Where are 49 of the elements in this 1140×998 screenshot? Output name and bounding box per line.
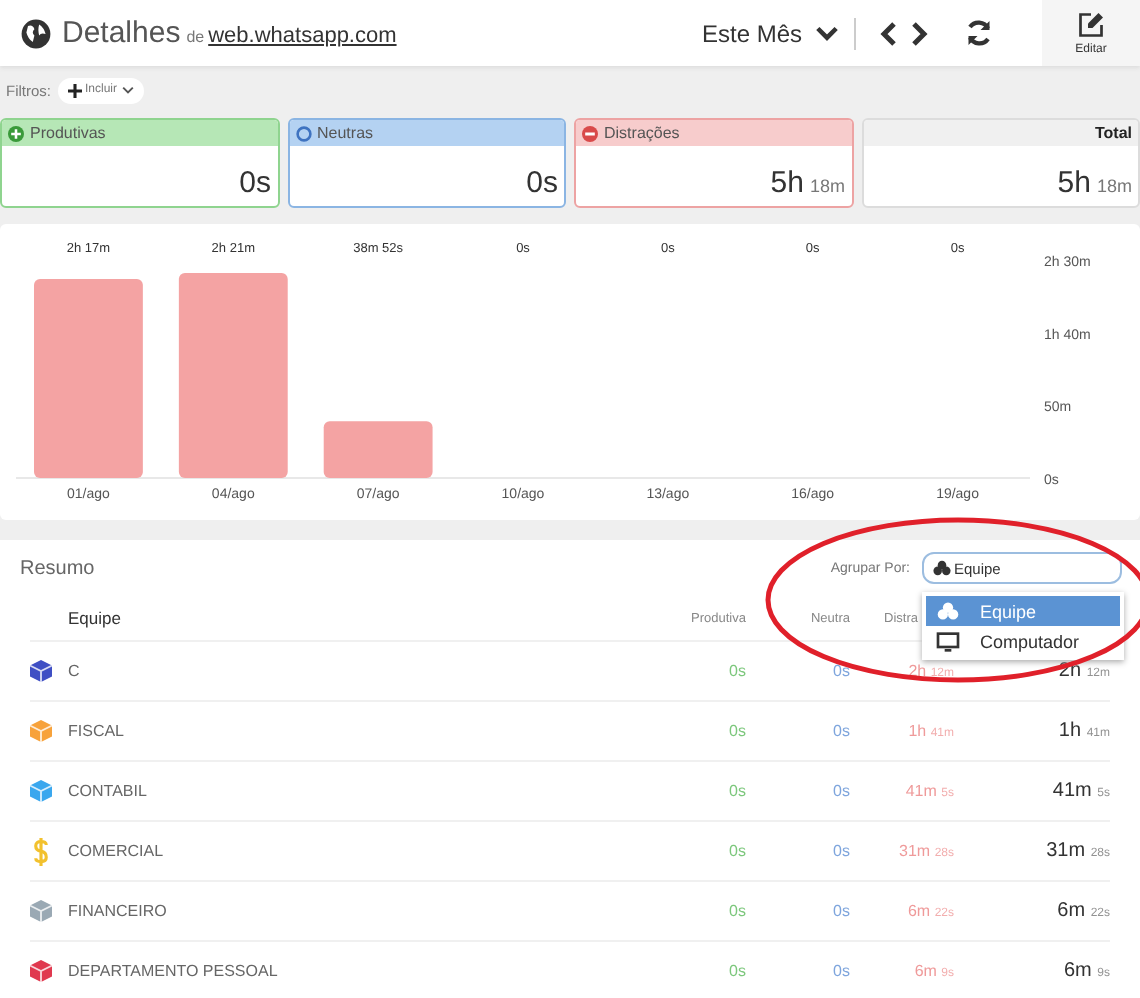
team-name: COMERCIAL bbox=[68, 842, 166, 860]
card-value: 0s bbox=[526, 166, 558, 200]
team-name: FISCAL bbox=[68, 722, 127, 740]
refresh-icon[interactable] bbox=[964, 18, 994, 48]
page-title: Detalhes bbox=[62, 16, 181, 50]
table-cell-text: 0s bbox=[831, 782, 850, 800]
table-cell-text: 0s bbox=[727, 962, 746, 980]
table-cell-text: 0s bbox=[727, 782, 746, 800]
site-link[interactable]: web.whatsapp.com bbox=[208, 24, 397, 48]
card-value-unit: 18m bbox=[1096, 176, 1132, 196]
plus-circle-icon bbox=[8, 125, 24, 141]
previous-icon[interactable] bbox=[880, 21, 896, 45]
card-value: 5h bbox=[1057, 166, 1091, 200]
card-value: 5h bbox=[770, 166, 804, 200]
next-icon[interactable] bbox=[912, 21, 928, 45]
title-prefix: de bbox=[186, 28, 205, 46]
bar bbox=[323, 421, 433, 478]
circle-icon bbox=[295, 125, 311, 141]
table-cell-text: 0s bbox=[831, 662, 850, 680]
edit-icon bbox=[1076, 10, 1106, 40]
chevron-down-icon bbox=[121, 86, 134, 94]
table-cell-text: 0s bbox=[727, 662, 746, 680]
plus-icon bbox=[67, 83, 81, 97]
card-label: Neutras bbox=[317, 124, 374, 142]
cubes-icon bbox=[936, 602, 960, 620]
minus-circle-icon bbox=[582, 125, 598, 141]
table-cell-text: 0s bbox=[727, 902, 746, 920]
card-value-unit: 18m bbox=[809, 176, 845, 196]
card-label: Distrações bbox=[604, 124, 680, 142]
table-cell-text: 0s bbox=[831, 962, 850, 980]
monitor-icon bbox=[936, 631, 960, 651]
column-header: Equipe bbox=[68, 608, 123, 628]
cubes-icon bbox=[932, 560, 952, 576]
table-cell-text: 0s bbox=[727, 842, 746, 860]
globe-icon bbox=[20, 17, 52, 49]
table-cell-text: 0s bbox=[727, 722, 746, 740]
card-label: Produtivas bbox=[30, 124, 106, 142]
chevron-down-icon bbox=[816, 25, 838, 41]
table-cell-text: 0s bbox=[831, 722, 850, 740]
team-name: C bbox=[68, 662, 82, 680]
period-dropdown[interactable]: Este Mês bbox=[701, 19, 838, 47]
table-cell-text: 0s bbox=[831, 842, 850, 860]
team-name: DEPARTAMENTO PESSOAL bbox=[68, 962, 280, 980]
team-name: FINANCEIRO bbox=[68, 902, 169, 920]
card-value: 0s bbox=[239, 166, 271, 200]
card-label: Total bbox=[1094, 124, 1132, 142]
team-name: CONTABIL bbox=[68, 782, 149, 800]
summary-title: Resumo bbox=[20, 557, 97, 579]
table-cell-text: 0s bbox=[831, 902, 850, 920]
